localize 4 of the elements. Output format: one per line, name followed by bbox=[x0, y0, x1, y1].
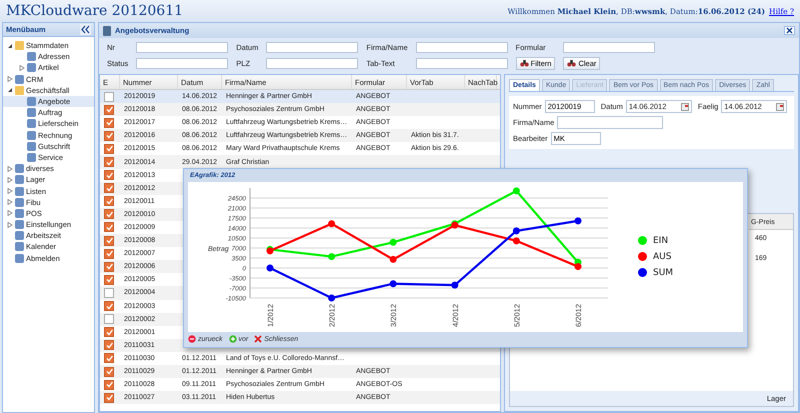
app-title: MKCloudware 20120611 bbox=[6, 3, 184, 19]
legend-label: EIN bbox=[653, 236, 668, 246]
legend-label: SUM bbox=[653, 268, 674, 278]
legend-label: AUS bbox=[653, 252, 672, 262]
